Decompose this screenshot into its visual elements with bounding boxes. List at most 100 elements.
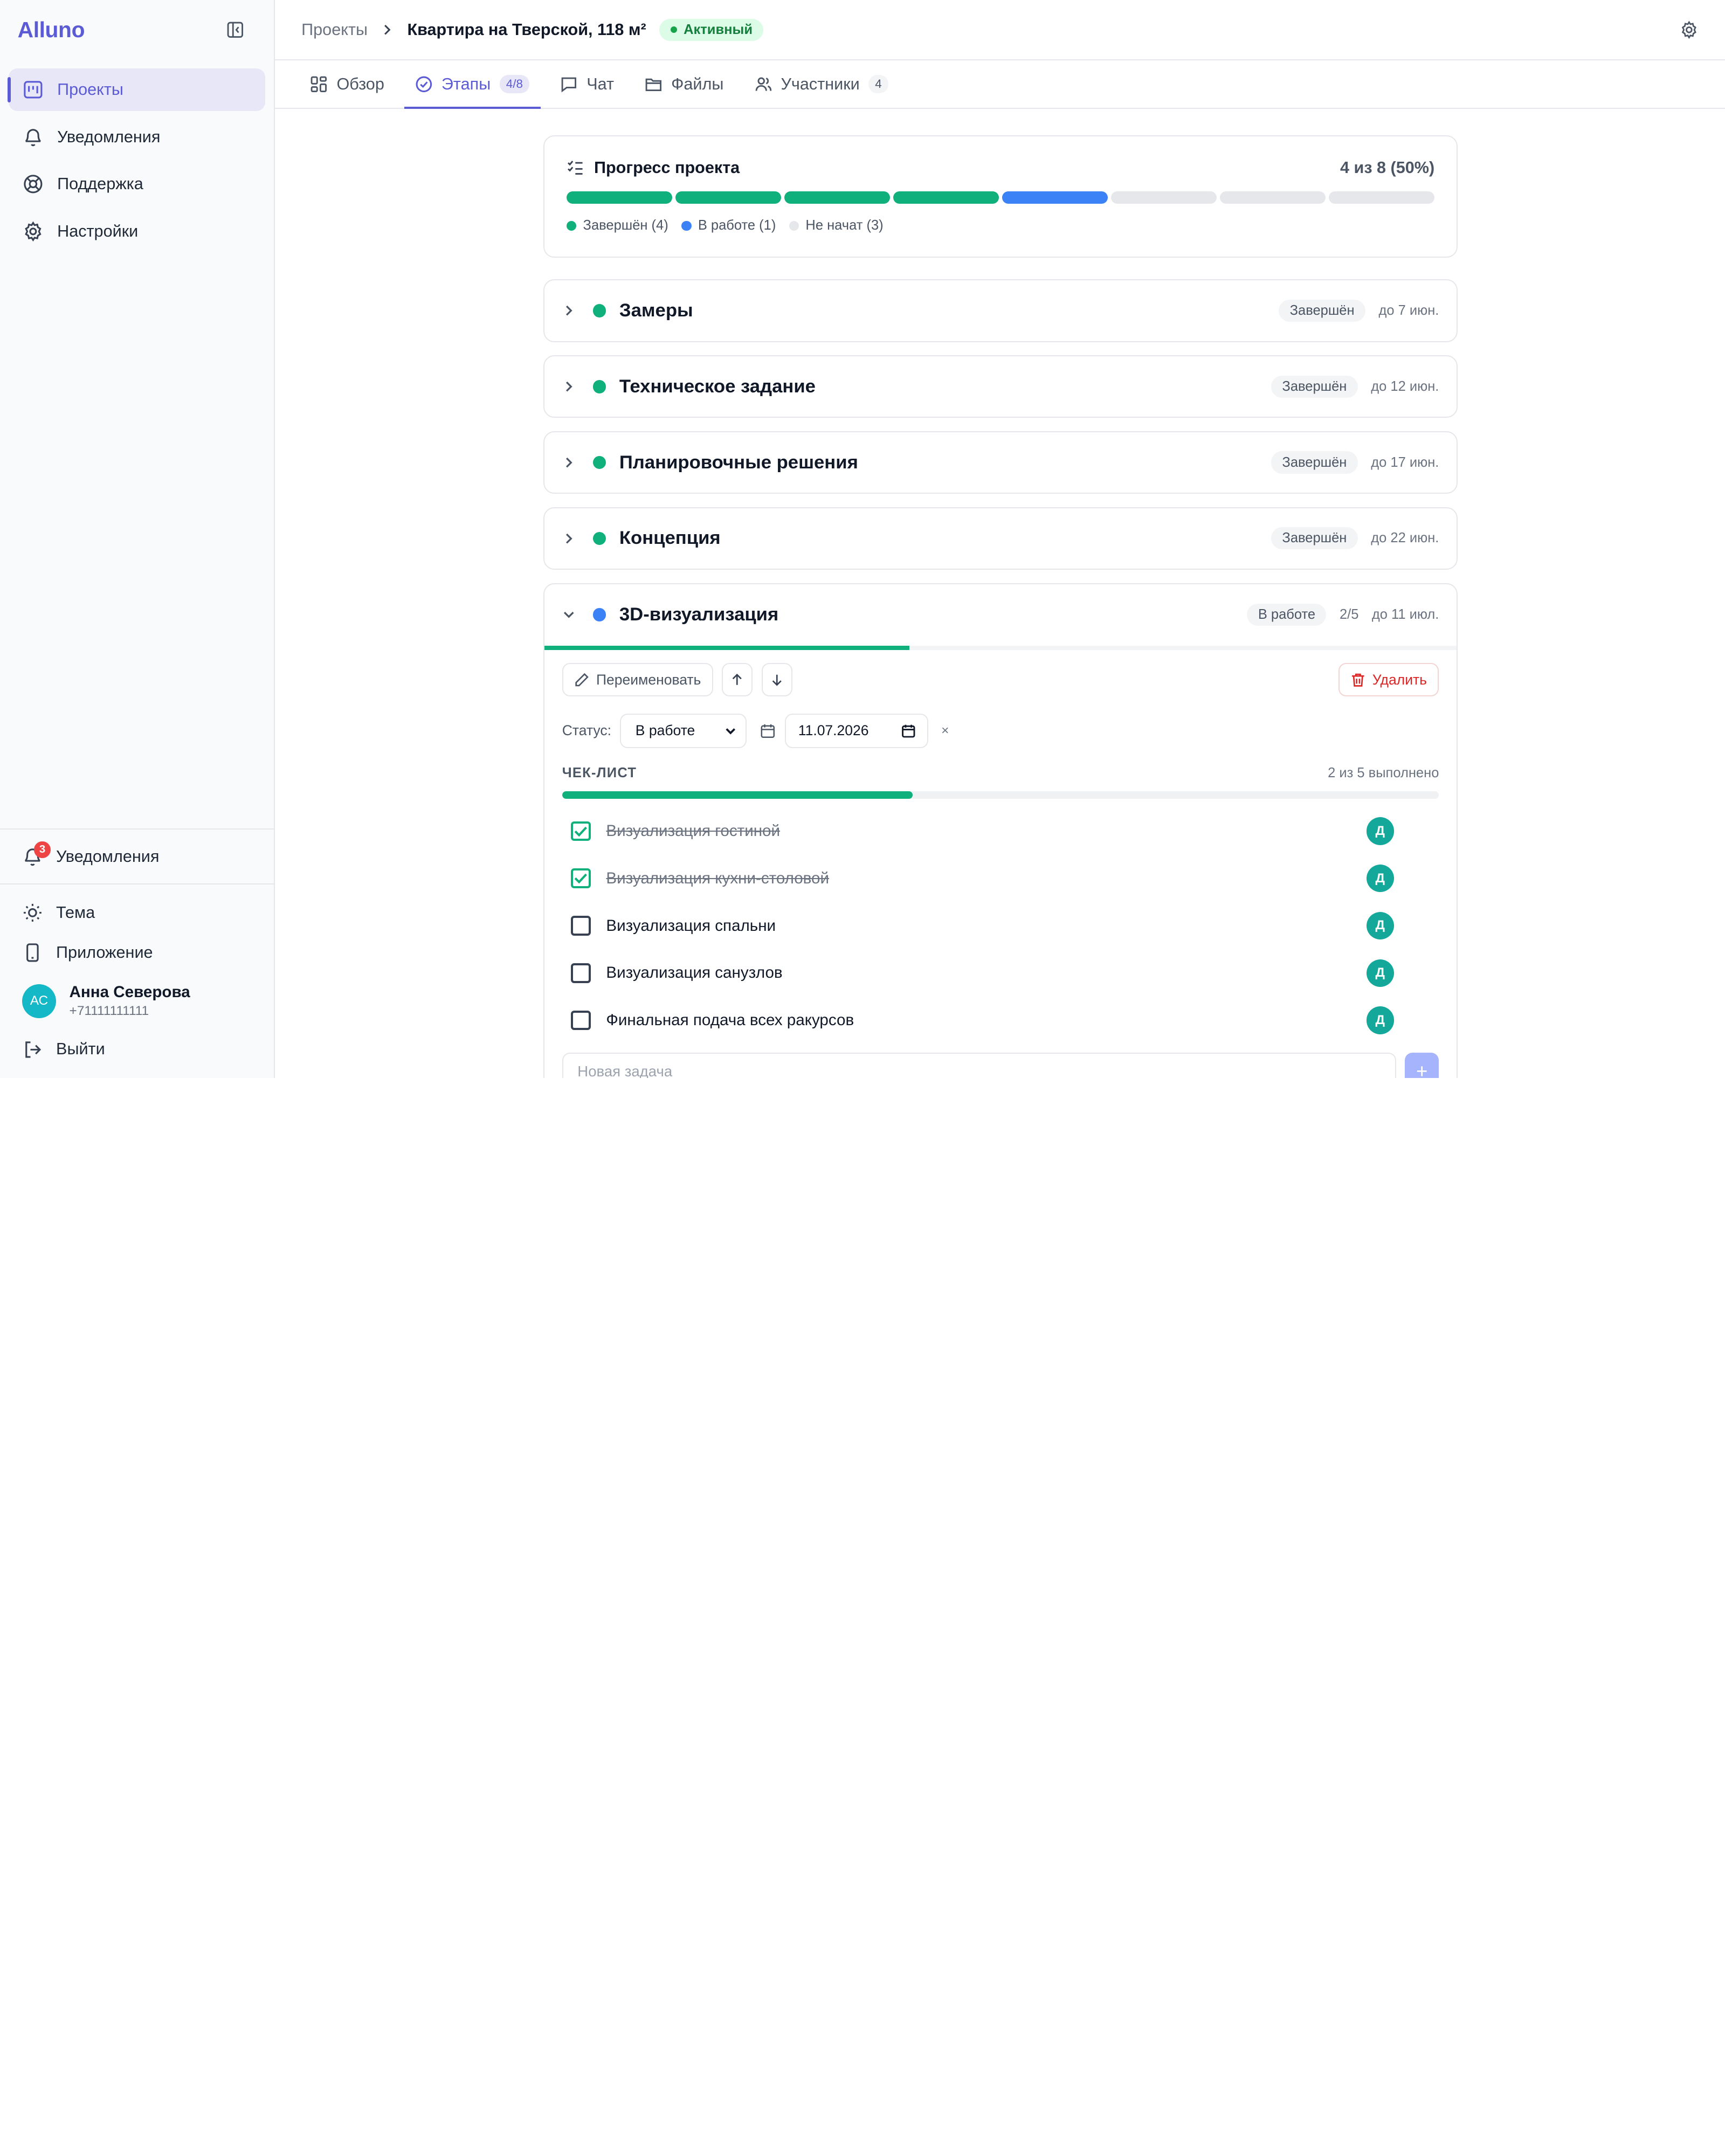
stage-status-badge: Завершён bbox=[1271, 451, 1358, 474]
legend-todo: Не начат (3) bbox=[805, 218, 884, 233]
tab-members[interactable]: Участники 4 bbox=[743, 60, 899, 108]
stage-name: Концепция bbox=[619, 528, 721, 549]
bell-icon bbox=[22, 126, 44, 148]
stage-due: до 11 июл. bbox=[1371, 607, 1439, 623]
progress-segment-work bbox=[1002, 191, 1108, 204]
stage-row[interactable]: Техническое задание Завершён до 12 июн. bbox=[543, 355, 1458, 418]
logout-button[interactable]: Выйти bbox=[9, 1029, 265, 1069]
due-date-input[interactable]: 11.07.2026 bbox=[785, 714, 928, 748]
calendar-icon[interactable] bbox=[901, 723, 916, 739]
status-label: Статус: bbox=[562, 722, 611, 739]
task-checkbox[interactable] bbox=[571, 916, 591, 936]
stage-row[interactable]: Замеры Завершён до 7 июн. bbox=[543, 279, 1458, 342]
kanban-icon bbox=[22, 79, 44, 101]
sidebar-item-settings[interactable]: Настройки bbox=[9, 210, 265, 253]
list-item: Визуализация санузлов Д bbox=[562, 949, 1439, 997]
progress-legend: Завершён (4) В работе (1) Не начат (3) bbox=[566, 218, 1434, 233]
move-up-button[interactable] bbox=[722, 663, 753, 696]
task-text[interactable]: Визуализация спальни bbox=[606, 917, 776, 935]
sidebar-notifications-button[interactable]: 3 Уведомления bbox=[9, 837, 265, 876]
avatar[interactable]: Д bbox=[1366, 959, 1394, 987]
pencil-icon bbox=[574, 672, 590, 688]
task-checkbox[interactable] bbox=[571, 821, 591, 841]
status-select[interactable]: В работе bbox=[620, 714, 747, 748]
progress-segment-todo bbox=[1111, 191, 1217, 204]
sidebar-collapse-icon[interactable] bbox=[225, 20, 245, 40]
tab-stages[interactable]: Этапы 4/8 bbox=[404, 60, 541, 109]
stage-due: до 22 июн. bbox=[1371, 530, 1439, 546]
tab-count-badge: 4 bbox=[868, 75, 888, 94]
avatar[interactable]: Д bbox=[1366, 1006, 1394, 1034]
users-icon bbox=[755, 75, 772, 93]
sidebar-item-label: Уведомления bbox=[57, 127, 161, 146]
tab-overview[interactable]: Обзор bbox=[299, 60, 395, 108]
chevron-right-icon[interactable] bbox=[562, 304, 580, 317]
stage-row[interactable]: Планировочные решения Завершён до 17 июн… bbox=[543, 431, 1458, 494]
user-profile[interactable]: АС Анна Северова +71111111111 bbox=[9, 972, 265, 1029]
stage-name: Замеры bbox=[619, 300, 693, 321]
theme-toggle[interactable]: Тема bbox=[9, 893, 265, 932]
sidebar-item-support[interactable]: Поддержка bbox=[9, 163, 265, 206]
task-checkbox[interactable] bbox=[571, 963, 591, 983]
page-title: Квартира на Тверской, 118 м² bbox=[407, 20, 646, 39]
move-down-button[interactable] bbox=[761, 663, 792, 696]
task-text[interactable]: Визуализация санузлов bbox=[606, 964, 782, 982]
calendar-icon bbox=[760, 723, 776, 740]
task-text[interactable]: Визуализация гостиной bbox=[606, 822, 780, 840]
list-item: Финальная подача всех ракурсов Д bbox=[562, 997, 1439, 1044]
app-download-button[interactable]: Приложение bbox=[9, 933, 265, 972]
chevron-right-icon[interactable] bbox=[562, 456, 580, 469]
stage-status-dot bbox=[592, 380, 606, 393]
checklist-title: ЧЕК-ЛИСТ bbox=[562, 765, 637, 781]
stage-due: до 12 июн. bbox=[1371, 378, 1439, 394]
task-checkbox[interactable] bbox=[571, 1010, 591, 1031]
new-task-input[interactable]: Новая задача bbox=[562, 1053, 1396, 1078]
task-checkbox[interactable] bbox=[571, 868, 591, 889]
notifications-label: Уведомления bbox=[56, 847, 160, 866]
stage-header[interactable]: 3D-визуализация В работе 2/5 до 11 июл. bbox=[544, 584, 1457, 646]
smartphone-icon bbox=[22, 942, 43, 963]
delete-button[interactable]: Удалить bbox=[1338, 663, 1439, 696]
progress-segments bbox=[566, 191, 1435, 204]
chevron-right-icon[interactable] bbox=[562, 532, 580, 545]
avatar[interactable]: Д bbox=[1366, 817, 1394, 845]
progress-segment-done bbox=[784, 191, 890, 204]
chevron-right-icon bbox=[381, 23, 394, 36]
check-circle-icon bbox=[415, 75, 433, 93]
brand-logo[interactable]: Alluno bbox=[18, 17, 85, 43]
chevron-down-icon[interactable] bbox=[562, 608, 580, 621]
breadcrumb-projects[interactable]: Проекты bbox=[301, 20, 368, 39]
sidebar-item-label: Проекты bbox=[57, 80, 123, 99]
notification-count-badge: 3 bbox=[34, 841, 51, 858]
stage-status-dot bbox=[592, 304, 606, 317]
lifebuoy-icon bbox=[22, 173, 44, 195]
clear-date-button[interactable]: × bbox=[941, 723, 949, 738]
rename-button[interactable]: Переименовать bbox=[562, 663, 713, 696]
legend-work: В работе (1) bbox=[698, 218, 776, 233]
task-text[interactable]: Финальная подача всех ракурсов bbox=[606, 1011, 854, 1029]
stage-name: Планировочные решения bbox=[619, 452, 858, 473]
stage-expanded: 3D-визуализация В работе 2/5 до 11 июл. bbox=[543, 583, 1458, 1078]
logout-label: Выйти bbox=[56, 1040, 105, 1059]
tab-count-badge: 4/8 bbox=[499, 75, 530, 94]
progress-segment-done bbox=[893, 191, 999, 204]
progress-segment-done bbox=[566, 191, 672, 204]
add-task-button[interactable]: + bbox=[1405, 1053, 1439, 1078]
stage-status-badge: В работе bbox=[1247, 604, 1327, 626]
tab-chat[interactable]: Чат bbox=[549, 60, 625, 108]
stage-status-dot bbox=[592, 455, 606, 469]
gear-icon[interactable] bbox=[1680, 20, 1699, 39]
sidebar-item-projects[interactable]: Проекты bbox=[8, 68, 265, 112]
stage-row[interactable]: Концепция Завершён до 22 июн. bbox=[543, 507, 1458, 570]
user-phone: +71111111111 bbox=[69, 1004, 149, 1019]
stage-status-badge: Завершён bbox=[1271, 375, 1358, 398]
task-text[interactable]: Визуализация кухни-столовой bbox=[606, 869, 829, 888]
checklist-count: 2 из 5 выполнено bbox=[1328, 765, 1439, 781]
sidebar-item-notifications[interactable]: Уведомления bbox=[9, 115, 265, 158]
tab-files[interactable]: Файлы bbox=[634, 60, 735, 108]
avatar[interactable]: Д bbox=[1366, 911, 1394, 939]
arrow-down-icon bbox=[770, 673, 784, 687]
avatar[interactable]: Д bbox=[1366, 865, 1394, 893]
stage-status-dot bbox=[592, 531, 606, 545]
chevron-right-icon[interactable] bbox=[562, 380, 580, 393]
